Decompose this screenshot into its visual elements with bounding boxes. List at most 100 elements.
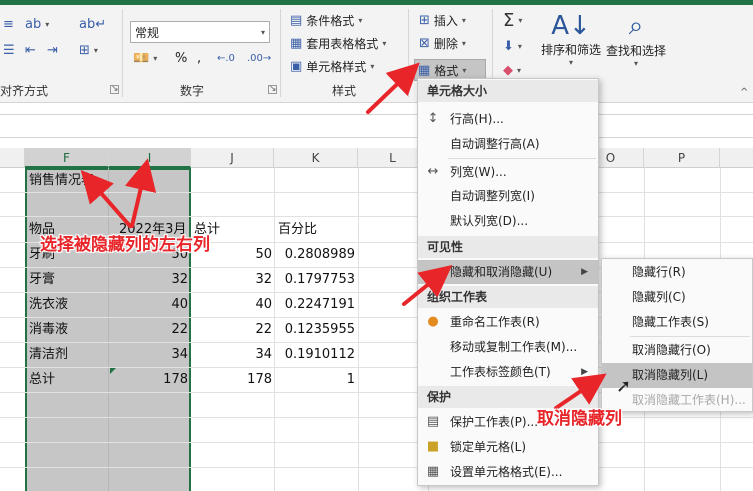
menu-item-autofit-row[interactable]: 自动调整行高(A) xyxy=(418,132,598,156)
align-top-button[interactable]: ≡ xyxy=(0,13,17,35)
cell-item[interactable]: 洗衣液 xyxy=(29,293,68,317)
delete-button[interactable]: ⊠ 删除 ▾ xyxy=(416,32,469,54)
increase-indent-icon: ⇥ xyxy=(47,42,58,58)
annotation-unhide-columns: 取消隐藏列 xyxy=(537,409,622,429)
collapse-ribbon-icon[interactable]: ^ xyxy=(740,87,748,98)
cell-value-k[interactable]: 0.1797753 xyxy=(274,268,355,292)
submenu-item-unhide-rows[interactable]: 取消隐藏行(O) xyxy=(602,338,752,363)
menu-item-autofit-column[interactable]: 自动调整列宽(I) xyxy=(418,184,598,208)
formula-bar[interactable] xyxy=(0,114,753,138)
menu-section-cell-size: 单元格大小 xyxy=(418,80,598,102)
merge-center-button[interactable]: ⊞ ▾ xyxy=(76,39,101,61)
chevron-down-icon: ▾ xyxy=(461,15,466,25)
menu-item-move-copy[interactable]: 移动或复制工作表(M)... xyxy=(418,335,598,359)
menu-item-label: 保护工作表(P)... xyxy=(450,415,539,429)
column-header-i[interactable]: I xyxy=(109,148,191,168)
menu-item-label: 锁定单元格(L) xyxy=(450,440,527,454)
cell-item[interactable]: 总计 xyxy=(29,368,55,392)
decrease-decimal-button[interactable]: .00→ xyxy=(244,47,274,69)
menu-item-format-cells[interactable]: ▦ 设置单元格格式(E)... xyxy=(418,460,598,484)
cell-item[interactable]: 消毒液 xyxy=(29,318,68,342)
menu-item-default-width[interactable]: 默认列宽(D)... xyxy=(418,209,598,233)
fill-down-icon: ⬇ xyxy=(503,38,514,54)
autosum-button[interactable]: Σ ▾ xyxy=(500,9,525,31)
cell-value-i[interactable]: 22 xyxy=(109,318,188,342)
chevron-down-icon: ▾ xyxy=(518,15,523,25)
cell-value-i[interactable]: 34 xyxy=(109,343,188,367)
cell-item[interactable]: 牙膏 xyxy=(29,268,55,292)
comma-icon: , xyxy=(197,50,202,66)
column-headers: F I J K L O P xyxy=(0,148,753,168)
menu-item-label: 设置单元格格式(E)... xyxy=(450,465,563,479)
decrease-indent-button[interactable]: ⇤ xyxy=(22,39,39,61)
dialog-launcher-icon[interactable]: ↘ xyxy=(268,85,277,94)
sort-filter-button[interactable]: A↓ 排序和筛选 ▾ xyxy=(540,11,602,67)
menu-item-rename-sheet[interactable]: ● 重命名工作表(R) xyxy=(418,310,598,334)
cell-value-k[interactable]: 0.1910112 xyxy=(274,343,355,367)
find-select-button[interactable]: ⌕ 查找和选择 ▾ xyxy=(604,11,668,68)
cell-value-i[interactable]: 32 xyxy=(109,268,188,292)
align-left-button[interactable]: ☰ xyxy=(0,39,18,61)
submenu-arrow-icon: ▶ xyxy=(581,267,588,277)
conditional-format-button[interactable]: ▤ 条件格式 ▾ xyxy=(287,9,365,31)
cell-value-j[interactable]: 22 xyxy=(191,318,272,342)
chevron-down-icon: ▾ xyxy=(568,58,573,67)
submenu-item-hide-columns[interactable]: 隐藏列(C) xyxy=(602,285,752,310)
cell-value-k[interactable]: 0.1235955 xyxy=(274,318,355,342)
number-format-select[interactable]: 常规 ▾ xyxy=(130,21,270,43)
gridline xyxy=(0,192,753,193)
orientation-icon: ab xyxy=(25,16,42,32)
submenu-item-hide-sheet[interactable]: 隐藏工作表(S) xyxy=(602,310,752,335)
column-header-j[interactable]: J xyxy=(191,148,274,168)
menu-item-lock-cell[interactable]: ■ 锁定单元格(L) xyxy=(418,435,598,459)
cell-value-j[interactable]: 40 xyxy=(191,293,272,317)
cell-styles-label: 单元格样式 xyxy=(306,59,367,74)
dialog-launcher-icon[interactable]: ↘ xyxy=(110,85,119,94)
menu-item-column-width[interactable]: ↔ 列宽(W)... xyxy=(418,160,598,184)
cell-value-j[interactable]: 34 xyxy=(191,343,272,367)
menu-item-label: 隐藏和取消隐藏(U) xyxy=(450,265,553,279)
merge-icon: ⊞ xyxy=(79,42,90,58)
cell-header-pct[interactable]: 百分比 xyxy=(278,218,317,242)
format-cells-icon: ▦ xyxy=(426,464,440,479)
cell-item[interactable]: 清洁剂 xyxy=(29,343,68,367)
chevron-down-icon: ▾ xyxy=(358,15,363,25)
orientation-button[interactable]: ab ▾ xyxy=(22,13,52,35)
chevron-down-icon: ▾ xyxy=(260,27,265,37)
comma-button[interactable]: , xyxy=(194,47,204,69)
insert-button[interactable]: ⊞ 插入 ▾ xyxy=(416,9,469,31)
format-cells-icon: ▦ xyxy=(418,62,431,78)
chevron-down-icon: ▾ xyxy=(93,45,98,55)
cell-value-i[interactable]: 40 xyxy=(109,293,188,317)
fill-button[interactable]: ⬇ ▾ xyxy=(500,35,525,57)
column-width-icon: ↔ xyxy=(427,164,439,179)
cell-styles-button[interactable]: ▣ 单元格样式 ▾ xyxy=(287,55,377,77)
increase-decimal-button[interactable]: ←.0 xyxy=(214,47,238,69)
submenu-item-hide-rows[interactable]: 隐藏行(R) xyxy=(602,260,752,285)
insert-label: 插入 xyxy=(433,13,458,28)
cell-value-k[interactable]: 0.2808989 xyxy=(274,243,355,267)
increase-indent-button[interactable]: ⇥ xyxy=(44,39,61,61)
chevron-down-icon: ▾ xyxy=(517,65,522,75)
cell-value-j[interactable]: 178 xyxy=(191,368,272,392)
menu-item-hide-unhide[interactable]: 隐藏和取消隐藏(U) ▶ xyxy=(418,260,598,284)
cell-value-j[interactable]: 32 xyxy=(191,268,272,292)
percent-button[interactable]: % xyxy=(172,47,190,69)
cell-value-k[interactable]: 0.2247191 xyxy=(274,293,355,317)
menu-item-tab-color[interactable]: 工作表标签颜色(T) ▶ xyxy=(418,360,598,384)
chevron-down-icon: ▾ xyxy=(153,53,158,63)
cell-value-k[interactable]: 1 xyxy=(274,368,355,392)
column-header-p[interactable]: P xyxy=(644,148,720,168)
accounting-format-button[interactable]: 💴 ▾ xyxy=(130,47,160,69)
column-header-k[interactable]: K xyxy=(274,148,358,168)
select-all-corner[interactable] xyxy=(0,148,25,168)
cell-value-i[interactable]: 178 xyxy=(109,368,188,392)
decrease-decimal-icon: .00→ xyxy=(247,52,272,64)
wrap-text-button[interactable]: ab↵ xyxy=(76,13,109,35)
menu-item-row-height[interactable]: ↕ 行高(H)... xyxy=(418,107,598,131)
column-header-f[interactable]: F xyxy=(25,148,109,168)
chevron-down-icon: ▾ xyxy=(517,41,522,51)
cell-title[interactable]: 销售情况表 xyxy=(29,169,94,193)
chevron-down-icon: ▾ xyxy=(461,38,466,48)
format-as-table-button[interactable]: ▦ 套用表格格式 ▾ xyxy=(287,32,389,54)
